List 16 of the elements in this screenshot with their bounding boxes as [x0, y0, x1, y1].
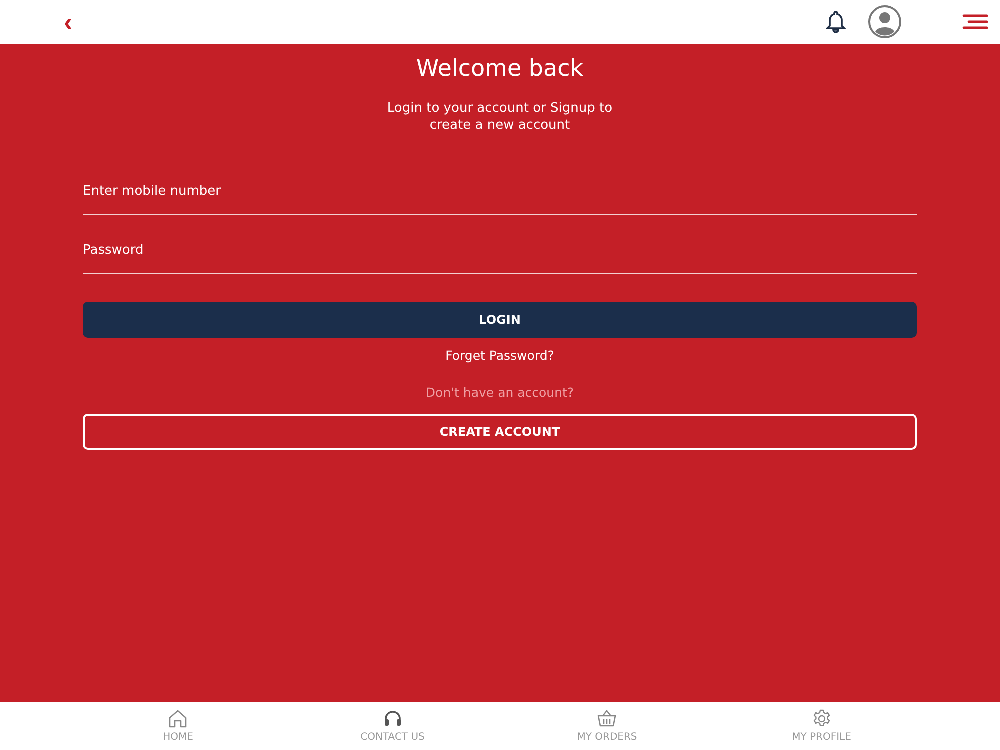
- signup-prompt: Don't have an account?: [426, 385, 574, 400]
- create-account-button[interactable]: CREATE ACCOUNT: [83, 414, 917, 450]
- forgot-password-link[interactable]: Forget Password?: [446, 348, 554, 363]
- back-button[interactable]: ‹: [60, 9, 77, 35]
- login-button[interactable]: LOGIN: [83, 302, 917, 338]
- welcome-title: Welcome back: [416, 56, 584, 82]
- basket-icon: [597, 709, 618, 729]
- avatar-icon[interactable]: [868, 5, 902, 39]
- home-icon: [168, 709, 188, 729]
- bell-icon[interactable]: [826, 10, 846, 34]
- password-field[interactable]: Password: [83, 231, 917, 274]
- menu-icon[interactable]: [962, 14, 988, 30]
- headset-icon: [382, 709, 403, 729]
- subtitle-text: Login to your account or Signup to create a new account: [386, 100, 614, 134]
- gear-icon: [812, 709, 832, 729]
- mobile-number-field[interactable]: Enter mobile number: [83, 172, 917, 215]
